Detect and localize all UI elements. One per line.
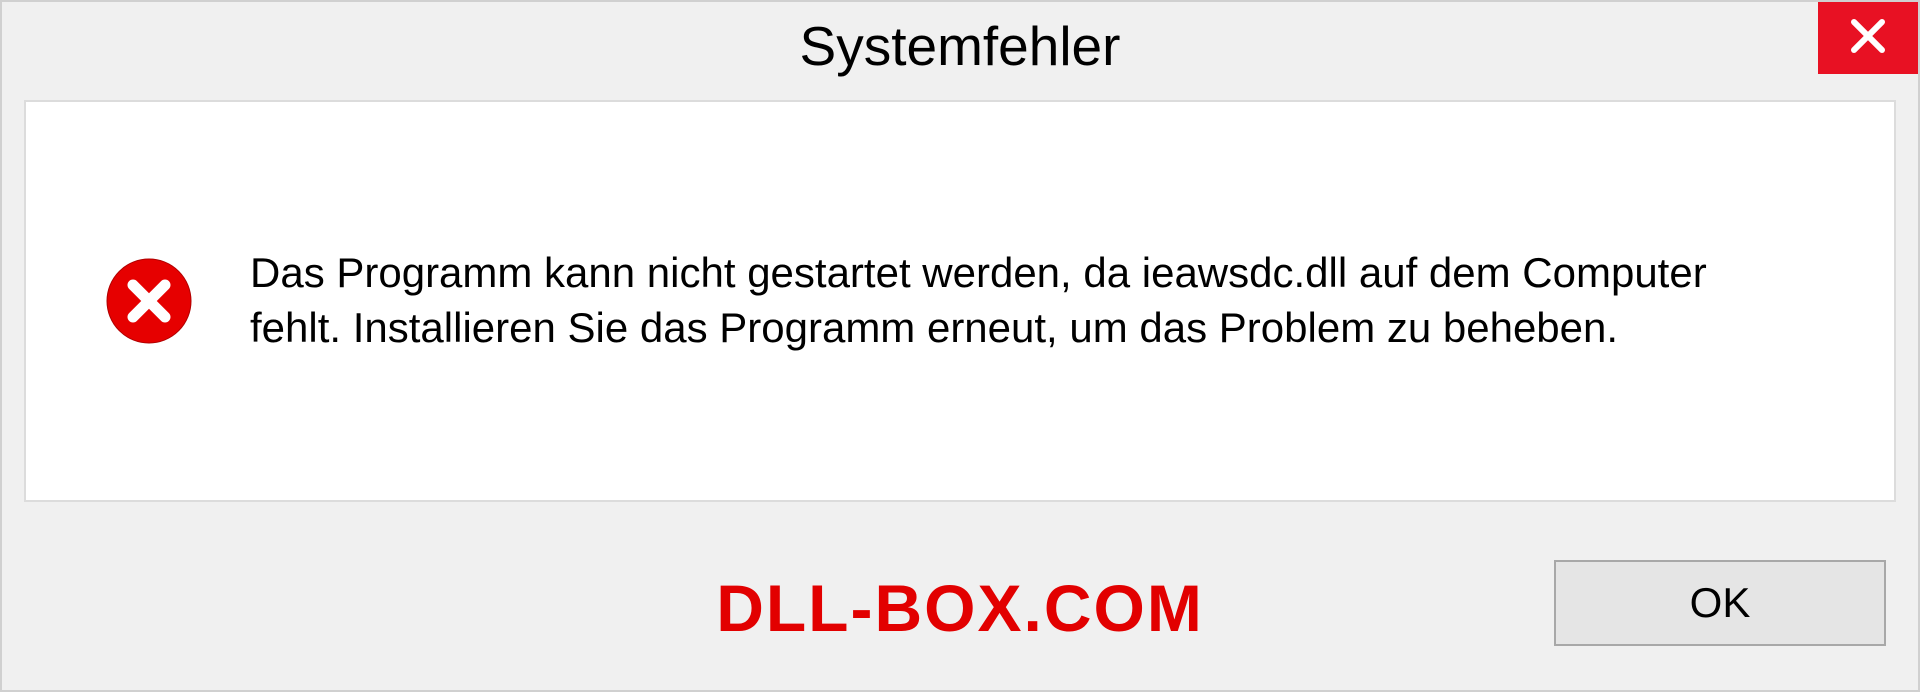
ok-button[interactable]: OK <box>1554 560 1886 646</box>
watermark-text: DLL-BOX.COM <box>716 570 1204 646</box>
close-button[interactable] <box>1818 2 1918 74</box>
error-icon <box>106 258 192 344</box>
dialog-title: Systemfehler <box>800 14 1121 78</box>
error-message: Das Programm kann nicht gestartet werden… <box>250 246 1800 355</box>
close-icon <box>1848 16 1888 61</box>
content-panel: Das Programm kann nicht gestartet werden… <box>24 100 1896 502</box>
titlebar: Systemfehler <box>2 2 1918 90</box>
dialog-footer: DLL-BOX.COM OK <box>2 515 1918 690</box>
error-dialog: Systemfehler Das Programm kann nicht ges… <box>0 0 1920 692</box>
